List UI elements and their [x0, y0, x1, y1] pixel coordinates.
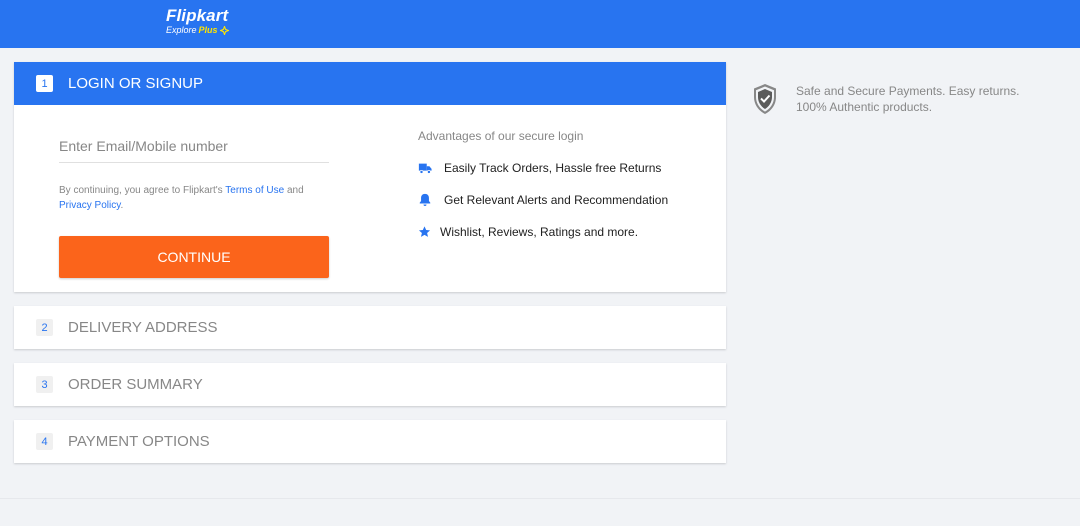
- email-mobile-input[interactable]: [59, 132, 329, 163]
- login-advantages: Advantages of our secure login Easily Tr…: [418, 129, 718, 256]
- delivery-address-section[interactable]: 2 DELIVERY ADDRESS: [14, 306, 726, 349]
- login-form: By continuing, you agree to Flipkart's T…: [59, 132, 329, 278]
- step-number: 3: [36, 376, 53, 393]
- login-header: 1 LOGIN OR SIGNUP: [14, 62, 726, 105]
- login-title: LOGIN OR SIGNUP: [68, 75, 204, 92]
- terms-and: and: [284, 185, 304, 196]
- logo-name: Flipkart: [166, 6, 229, 25]
- step-number: 4: [36, 433, 53, 450]
- footer-divider: [0, 498, 1080, 499]
- advantage-label: Get Relevant Alerts and Recommendation: [444, 192, 669, 207]
- secure-payments-text: Safe and Secure Payments. Easy returns. …: [796, 84, 1020, 114]
- top-navbar: Flipkart Explore Plus: [0, 0, 1080, 48]
- terms-text: By continuing, you agree to Flipkart's T…: [59, 183, 329, 213]
- step-header: 4 PAYMENT OPTIONS: [14, 420, 726, 463]
- step-title: DELIVERY ADDRESS: [68, 319, 218, 336]
- step-header: 3 ORDER SUMMARY: [14, 363, 726, 406]
- step-title: ORDER SUMMARY: [68, 376, 203, 393]
- advantage-label: Easily Track Orders, Hassle free Returns: [444, 160, 662, 175]
- secure-payments-info: Safe and Secure Payments. Easy returns. …: [752, 83, 1036, 115]
- advantage-item: Wishlist, Reviews, Ratings and more.: [418, 224, 718, 239]
- flipkart-logo[interactable]: Flipkart Explore Plus: [166, 7, 229, 36]
- advantage-label: Wishlist, Reviews, Ratings and more.: [440, 224, 639, 239]
- privacy-policy-link[interactable]: Privacy Policy: [59, 200, 121, 211]
- logo-tagline: Explore Plus: [166, 25, 229, 36]
- bell-icon: [418, 193, 432, 207]
- star-icon: [418, 225, 431, 239]
- shield-check-icon: [754, 84, 776, 114]
- step-header: 2 DELIVERY ADDRESS: [14, 306, 726, 349]
- login-section: 1 LOGIN OR SIGNUP By continuing, you agr…: [14, 62, 726, 292]
- terms-of-use-link[interactable]: Terms of Use: [225, 185, 284, 196]
- terms-suffix: .: [120, 200, 124, 211]
- advantage-item: Get Relevant Alerts and Recommendation: [418, 192, 718, 207]
- truck-icon: [418, 161, 432, 175]
- step-number: 1: [36, 75, 53, 92]
- payment-options-section[interactable]: 4 PAYMENT OPTIONS: [14, 420, 726, 463]
- terms-prefix: By continuing, you agree to Flipkart's: [59, 185, 226, 196]
- plus-icon: [219, 26, 229, 35]
- logo-explore-text: Explore: [166, 25, 197, 35]
- order-summary-section[interactable]: 3 ORDER SUMMARY: [14, 363, 726, 406]
- advantage-item: Easily Track Orders, Hassle free Returns: [418, 160, 718, 175]
- logo-plus-text: Plus: [198, 25, 218, 35]
- step-title: PAYMENT OPTIONS: [68, 433, 210, 450]
- continue-button[interactable]: CONTINUE: [59, 236, 329, 278]
- step-number: 2: [36, 319, 53, 336]
- advantages-title: Advantages of our secure login: [418, 129, 584, 143]
